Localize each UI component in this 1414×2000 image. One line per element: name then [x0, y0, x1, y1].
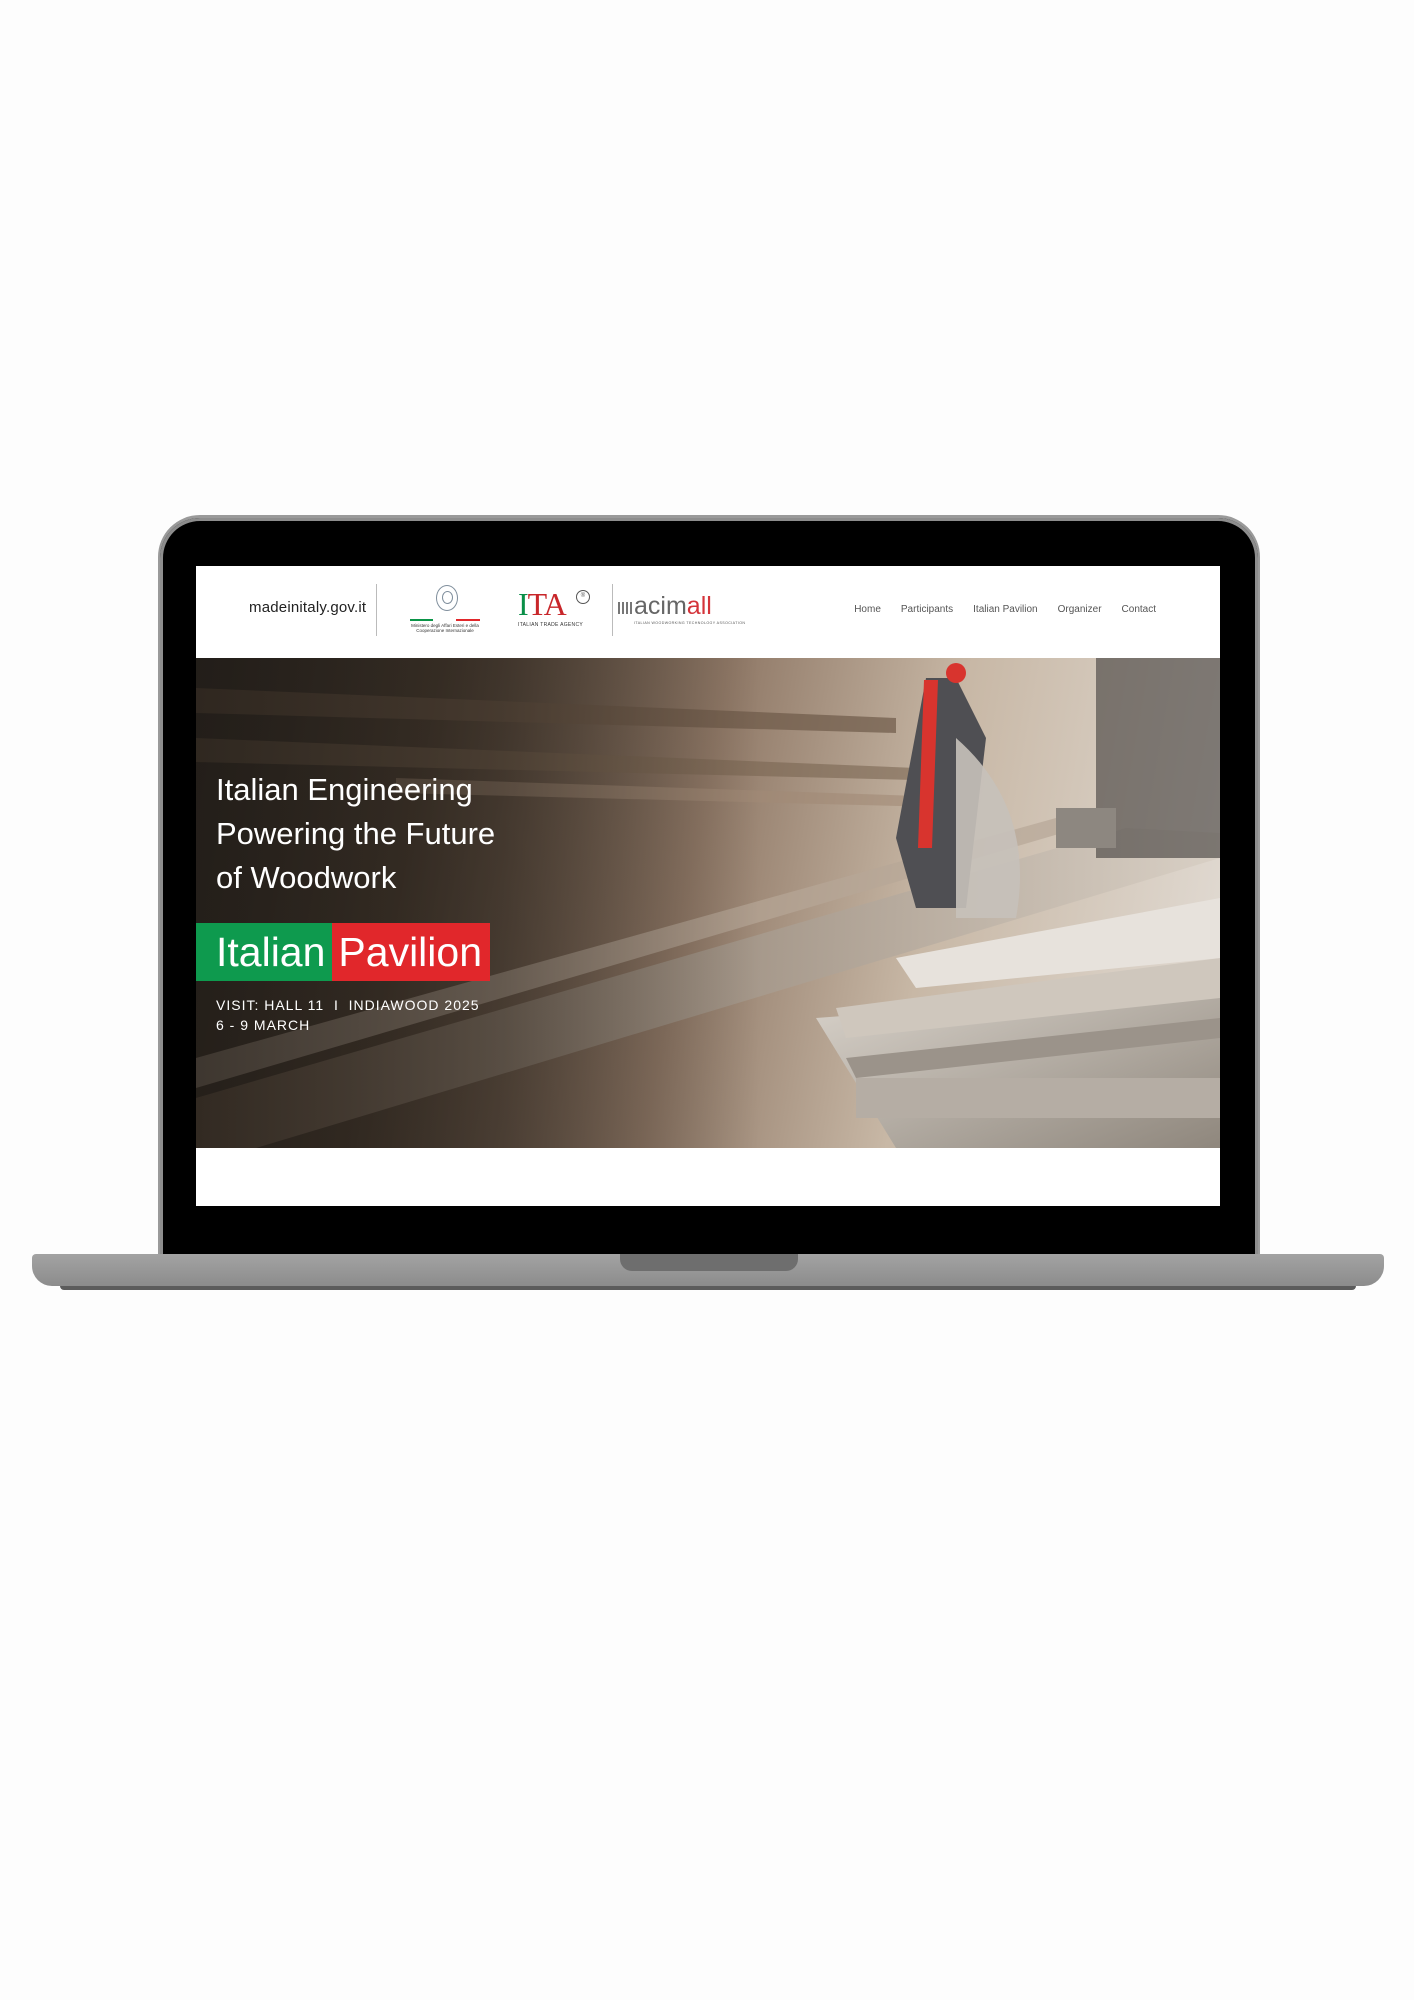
hero-banner: Italian Engineering Powering the Future …: [196, 658, 1220, 1148]
visit-line: VISIT: HALL 11 I INDIAWOOD 2025: [216, 997, 480, 1013]
header-divider: [612, 584, 613, 636]
header-divider: [376, 584, 377, 636]
main-nav: Home Participants Italian Pavilion Organ…: [854, 604, 1156, 615]
nav-organizer[interactable]: Organizer: [1058, 604, 1102, 615]
site-header: madeinitaly.gov.it Ministero degli Affar…: [196, 566, 1220, 658]
ministry-logo-text: Ministero degli Affari Esteri e della Co…: [411, 623, 479, 633]
nav-participants[interactable]: Participants: [901, 604, 953, 615]
ita-logo-subtitle: ITALIAN TRADE AGENCY: [518, 622, 583, 628]
badge-green-word: Italian: [196, 923, 333, 981]
ita-mark-icon: ®: [576, 590, 590, 604]
acimall-logo-text: acimall: [634, 592, 712, 620]
hero-heading-line: Powering the Future: [216, 816, 496, 851]
acimall-logo-subtitle: ITALIAN WOODWORKING TECHNOLOGY ASSOCIATI…: [634, 621, 746, 625]
nav-italian-pavilion[interactable]: Italian Pavilion: [973, 604, 1037, 615]
hero-heading: Italian Engineering Powering the Future …: [216, 768, 495, 900]
laptop-base-shadow: [60, 1286, 1356, 1290]
nav-contact[interactable]: Contact: [1122, 604, 1156, 615]
hero-heading-line: of Woodwork: [216, 860, 397, 895]
ita-logo[interactable]: ITA ® ITALIAN TRADE AGENCY: [518, 588, 604, 636]
acimall-icon: [618, 602, 632, 614]
italian-pavilion-badge: Italian Pavilion: [196, 923, 491, 981]
badge-red-word: Pavilion: [332, 923, 491, 981]
ministry-logo[interactable]: Ministero degli Affari Esteri e della Co…: [406, 583, 484, 639]
date-line: 6 - 9 MARCH: [216, 1017, 311, 1033]
brand-link[interactable]: madeinitaly.gov.it: [249, 599, 366, 616]
tricolor-bar: [410, 619, 480, 621]
laptop-screen: madeinitaly.gov.it Ministero degli Affar…: [196, 566, 1220, 1206]
hero-event-info: VISIT: HALL 11 I INDIAWOOD 2025 6 - 9 MA…: [216, 995, 480, 1035]
laptop-notch: [620, 1254, 798, 1271]
hero-overlay: [196, 658, 1220, 1148]
hero-heading-line: Italian Engineering: [216, 772, 473, 807]
italian-emblem-icon: [436, 585, 458, 611]
acimall-logo[interactable]: acimall ITALIAN WOODWORKING TECHNOLOGY A…: [614, 592, 754, 634]
nav-home[interactable]: Home: [854, 604, 881, 615]
ita-logo-letters: ITA: [518, 586, 567, 622]
